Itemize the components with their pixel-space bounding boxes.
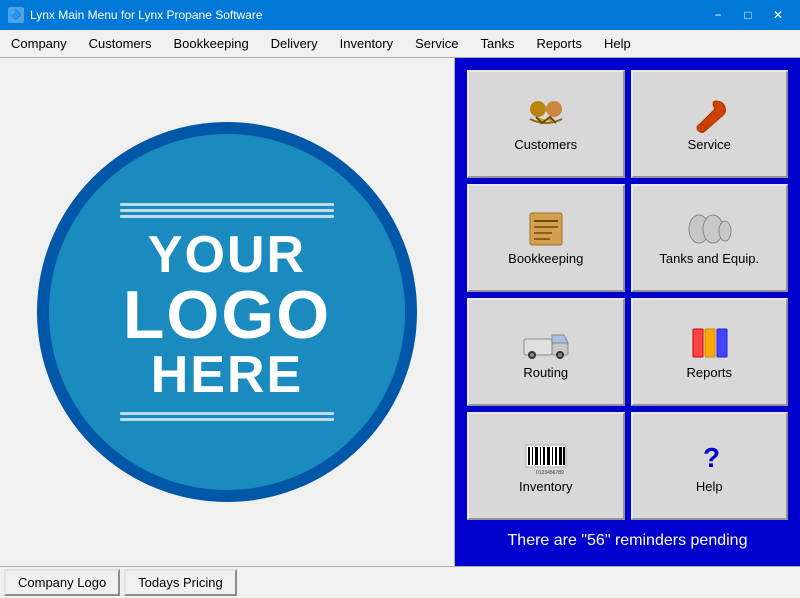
menu-item-customers[interactable]: Customers — [78, 30, 163, 57]
main-content: YOUR LOGO HERE — [0, 58, 800, 566]
reports-icon — [685, 325, 733, 361]
bookkeeping-button[interactable]: Bookkeeping — [467, 184, 625, 292]
tanks-button[interactable]: Tanks and Equip. — [631, 184, 789, 292]
logo-line-1 — [120, 203, 334, 206]
menu-item-help[interactable]: Help — [593, 30, 642, 57]
logo-circle: YOUR LOGO HERE — [37, 122, 417, 502]
title-bar-left: 🔷 Lynx Main Menu for Lynx Propane Softwa… — [8, 7, 263, 23]
routing-button[interactable]: Routing — [467, 298, 625, 406]
logo-line-4 — [120, 412, 334, 415]
inventory-button[interactable]: 0123456789 Inventory — [467, 412, 625, 520]
reports-button[interactable]: Reports — [631, 298, 789, 406]
status-bar: Company Logo Todays Pricing — [0, 566, 800, 598]
reports-label: Reports — [686, 365, 732, 380]
logo-your: YOUR — [148, 229, 306, 281]
todays-pricing-tab[interactable]: Todays Pricing — [124, 569, 237, 596]
minimize-button[interactable]: − — [704, 4, 732, 26]
inventory-label: Inventory — [519, 479, 572, 494]
grid-section: Customers Service — [463, 66, 792, 524]
customers-button[interactable]: Customers — [467, 70, 625, 178]
menu-item-company[interactable]: Company — [0, 30, 78, 57]
maximize-button[interactable]: □ — [734, 4, 762, 26]
logo-line-3 — [120, 215, 334, 218]
service-button[interactable]: Service — [631, 70, 789, 178]
menu-bar: CompanyCustomersBookkeepingDeliveryInven… — [0, 30, 800, 58]
logo-line-5 — [120, 418, 334, 421]
service-icon — [685, 97, 733, 133]
logo-logo: LOGO — [123, 281, 331, 349]
tanks-label: Tanks and Equip. — [659, 251, 759, 266]
customers-label: Customers — [514, 137, 577, 152]
bookkeeping-icon — [522, 211, 570, 247]
logo-line-2 — [120, 209, 334, 212]
title-text: Lynx Main Menu for Lynx Propane Software — [30, 8, 263, 22]
logo-panel: YOUR LOGO HERE — [0, 58, 455, 566]
inventory-icon: 0123456789 — [522, 439, 570, 475]
right-panel: Customers Service — [455, 58, 800, 566]
help-button[interactable]: ? Help — [631, 412, 789, 520]
tanks-icon — [685, 211, 733, 247]
menu-item-bookkeeping[interactable]: Bookkeeping — [163, 30, 260, 57]
app-icon: 🔷 — [8, 7, 24, 23]
menu-item-tanks[interactable]: Tanks — [469, 30, 525, 57]
reminder-text: There are "56" reminders pending — [463, 524, 792, 558]
company-logo-tab[interactable]: Company Logo — [4, 569, 120, 596]
menu-item-service[interactable]: Service — [404, 30, 469, 57]
close-button[interactable]: ✕ — [764, 4, 792, 26]
routing-label: Routing — [523, 365, 568, 380]
help-label: Help — [696, 479, 723, 494]
title-bar: 🔷 Lynx Main Menu for Lynx Propane Softwa… — [0, 0, 800, 30]
svg-text:0123456789: 0123456789 — [536, 470, 564, 475]
menu-item-inventory[interactable]: Inventory — [329, 30, 404, 57]
routing-icon — [522, 325, 570, 361]
logo-lines-bottom — [120, 409, 334, 424]
svg-text:?: ? — [703, 442, 720, 473]
title-bar-controls: − □ ✕ — [704, 4, 792, 26]
service-label: Service — [688, 137, 731, 152]
logo-lines-top — [120, 200, 334, 221]
help-icon: ? — [685, 439, 733, 475]
menu-item-reports[interactable]: Reports — [525, 30, 593, 57]
customers-icon — [522, 97, 570, 133]
logo-here: HERE — [151, 349, 303, 401]
bookkeeping-label: Bookkeeping — [508, 251, 583, 266]
menu-item-delivery[interactable]: Delivery — [260, 30, 329, 57]
